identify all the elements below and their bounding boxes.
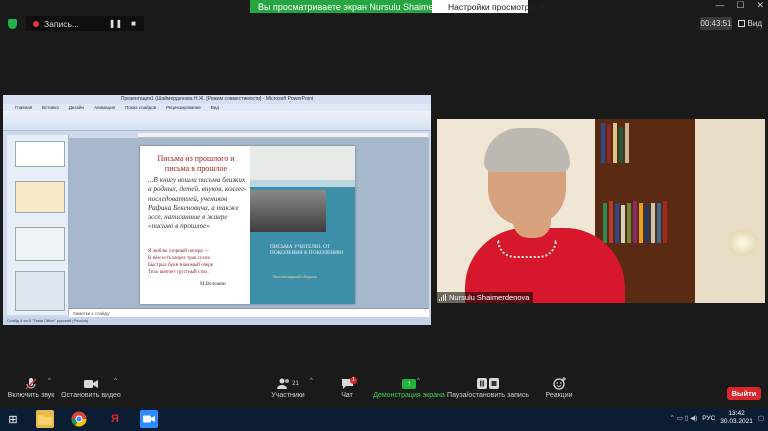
taskbar-clock[interactable]: 13:42 30.03.2021 <box>720 410 753 426</box>
chrome-icon[interactable] <box>70 410 88 428</box>
video-options-caret-icon[interactable]: ^ <box>114 378 117 384</box>
file-explorer-icon[interactable] <box>36 410 54 428</box>
recording-label: Запись... <box>44 18 79 29</box>
pause-stop-icon <box>477 375 499 392</box>
chat-label: Чат <box>341 392 353 399</box>
pause-stop-recording-button[interactable]: Пауза/остановить запись <box>447 375 529 407</box>
participants-label: Участники <box>271 392 305 399</box>
taskbar-time: 13:42 <box>728 410 745 417</box>
participants-button[interactable]: 21 Участники <box>268 375 308 407</box>
chat-button[interactable]: 1 Чат <box>333 375 361 407</box>
view-label: Вид <box>747 19 762 28</box>
book-cover-image: ПИСЬМА УЧИТЕЛЮ. ОТ ПОКОЛЕНИЯ К ПОКОЛЕНИЮ… <box>250 146 355 304</box>
reactions-button[interactable]: Реакции <box>543 375 575 407</box>
book-cover-strip <box>250 180 355 187</box>
recording-dot-icon <box>33 20 39 27</box>
view-options-label: Настройки просмотра <box>448 1 535 12</box>
participant-name-tag: Nursulu Shaimerdenova <box>437 292 534 303</box>
participant-name: Nursulu Shaimerdenova <box>449 293 530 302</box>
ppt-ribbon <box>3 111 431 131</box>
ppt-tab[interactable]: Анимация <box>94 104 115 111</box>
notifications-icon[interactable]: ▢ <box>758 414 764 422</box>
system-tray: ⌃ ▭ ▯ ◀) РУС 13:42 30.03.2021 ▢ <box>670 410 764 426</box>
slide-thumbnail[interactable] <box>15 271 65 311</box>
book-cover-photo <box>250 190 326 232</box>
yandex-browser-icon[interactable]: Я <box>106 410 124 428</box>
ppt-tab[interactable]: Вид <box>211 104 219 111</box>
poem-line: Тихо шепчет грустный стих. <box>148 270 209 275</box>
recording-indicator: Запись... ❚❚ ■ <box>26 16 144 31</box>
poem-line: Быстрых букв знакомый очерк <box>148 263 214 268</box>
close-icon[interactable]: ✕ <box>756 0 764 12</box>
audio-level-icon <box>439 294 446 301</box>
slide-title: Письма из прошлого и письма в прошлое <box>157 154 235 173</box>
chat-unread-badge: 1 <box>350 377 357 384</box>
ppt-tab[interactable]: Дизайн <box>69 104 84 111</box>
participants-icon: 21 <box>277 375 299 392</box>
slide-thumbnail[interactable] <box>15 141 65 167</box>
keyboard-language[interactable]: РУС <box>702 415 715 422</box>
stop-video-label: Остановить видео <box>61 392 121 399</box>
slide-poem: Я люблю узорный почерк — В нём есть шоро… <box>148 248 248 276</box>
pearl-necklace <box>497 240 557 258</box>
participants-caret-icon[interactable]: ^ <box>310 378 313 384</box>
meeting-timer: 00:43:51 <box>700 17 732 30</box>
slide-body-text: ...В книгу вошли письма близких и родных… <box>148 176 247 231</box>
window-controls: — ☐ ✕ <box>715 0 764 12</box>
background-wall <box>695 119 765 303</box>
lamp <box>728 230 758 256</box>
stop-recording-icon[interactable]: ■ <box>131 19 136 28</box>
share-screen-icon-wrap: ↑ <box>402 375 416 392</box>
ppt-status-bar: Слайд 4 из 9 "Тема Office" русский (Росс… <box>3 317 431 325</box>
stop-video-button[interactable]: Остановить видео <box>60 375 122 407</box>
video-camera-icon <box>84 375 98 392</box>
leave-meeting-button[interactable]: Выйти <box>727 387 761 400</box>
maximize-icon[interactable]: ☐ <box>736 0 744 12</box>
ppt-tab[interactable]: Рецензирование <box>166 104 201 111</box>
ppt-tab[interactable]: Показ слайдов <box>125 104 156 111</box>
book-cover-handwriting <box>250 146 355 180</box>
share-options-caret-icon[interactable]: ^ <box>417 378 420 384</box>
security-shield-icon[interactable] <box>8 19 17 29</box>
smiley-plus-icon <box>552 375 566 392</box>
share-screen-button[interactable]: ↑ Демонстрация экрана <box>372 375 446 407</box>
ppt-tab[interactable]: Главная <box>15 104 32 111</box>
chevron-down-icon: ▾ <box>540 3 544 11</box>
zoom-app-icon[interactable] <box>140 410 158 428</box>
view-button[interactable]: Вид <box>737 17 762 30</box>
minimize-icon[interactable]: — <box>715 0 724 12</box>
poem-author: М.Волошин <box>200 282 226 287</box>
slide-thumbnail[interactable] <box>15 227 65 261</box>
poem-line: В нём есть шорох трав сухих. <box>148 256 212 261</box>
share-screen-icon: ↑ <box>402 378 416 389</box>
reactions-label: Реакции <box>545 392 573 399</box>
view-options-button[interactable]: Настройки просмотра ▾ <box>432 0 544 13</box>
taskbar-date: 30.03.2021 <box>720 418 753 425</box>
share-screen-label: Демонстрация экрана <box>373 392 445 399</box>
pause-recording-icon[interactable]: ❚❚ <box>109 19 122 28</box>
participants-count: 21 <box>292 380 299 387</box>
book-title: ПИСЬМА УЧИТЕЛЮ. ОТ ПОКОЛЕНИЯ К ПОКОЛЕНИЮ <box>270 244 344 257</box>
slide-notes[interactable]: Заметки к слайду <box>69 308 429 317</box>
grid-view-icon <box>737 20 745 27</box>
windows-start-icon[interactable]: ⊞ <box>4 410 22 428</box>
unmute-label: Включить звук <box>7 392 55 399</box>
ppt-title-bar: Презентация1 (Шаймерденова Н.Ж. [Режим с… <box>3 95 431 104</box>
meeting-toolbar: Включить звук ^ Остановить видео ^ 21 Уч… <box>0 375 768 407</box>
current-slide: Письма из прошлого и письма в прошлое ..… <box>140 146 355 304</box>
ppt-tab[interactable]: Вставка <box>42 104 59 111</box>
slide-thumbnails-panel <box>7 135 69 315</box>
pause-stop-recording-label: Пауза/остановить запись <box>447 392 529 399</box>
poem-line: Я люблю узорный почерк — <box>148 249 210 254</box>
ppt-ribbon-tabs: Главная Вставка Дизайн Анимация Показ сл… <box>3 104 431 111</box>
book-subtitle: Эпистолярный сборник <box>272 274 318 279</box>
audio-options-caret-icon[interactable]: ^ <box>48 378 51 384</box>
slide-thumbnail[interactable] <box>15 181 65 213</box>
microphone-muted-icon <box>24 375 38 392</box>
tray-icons[interactable]: ⌃ ▭ ▯ ◀) <box>670 414 698 422</box>
